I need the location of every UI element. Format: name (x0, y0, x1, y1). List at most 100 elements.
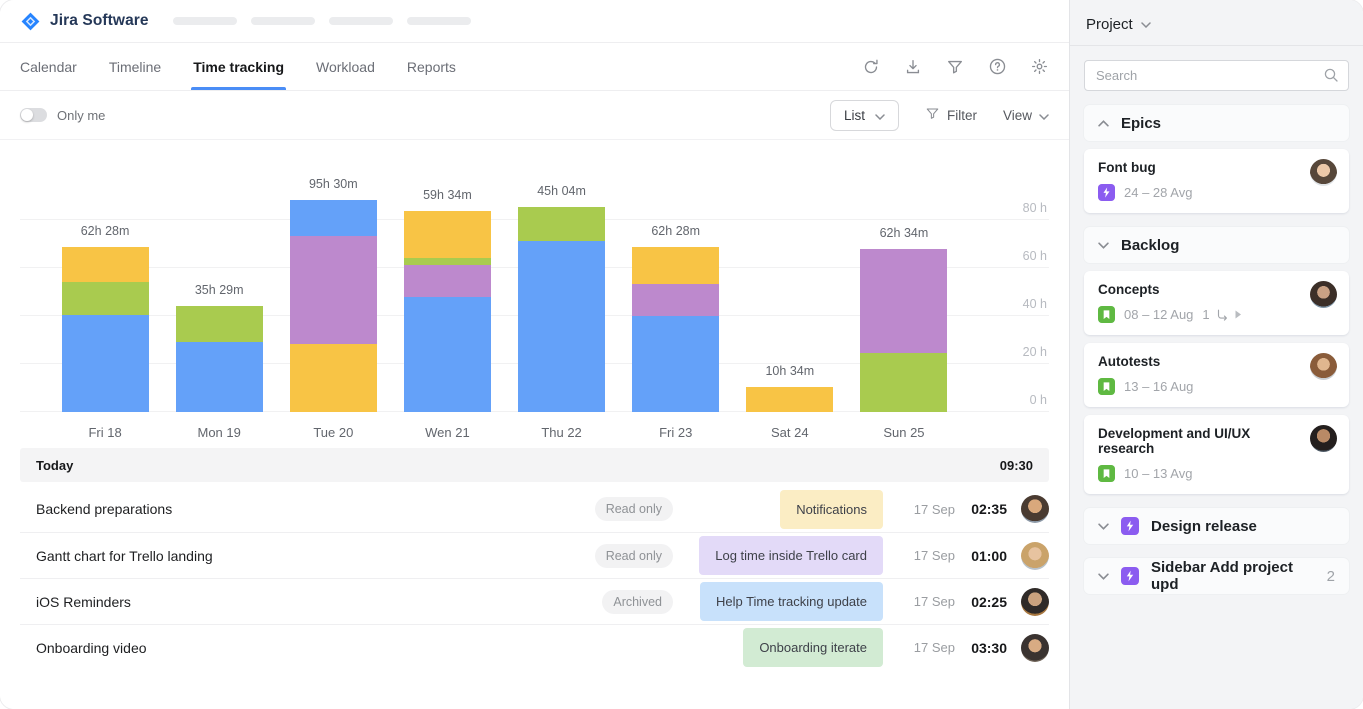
avatar (1310, 353, 1337, 380)
y-axis-tick-label: 20 h (1023, 345, 1047, 359)
task-tag[interactable]: Onboarding iterate (743, 628, 883, 667)
task-row-backend-preparations[interactable]: Backend preparations Read only Notificat… (20, 486, 1049, 532)
bar-segment-yellow (62, 247, 149, 282)
task-tag[interactable]: Help Time tracking update (700, 582, 883, 621)
bar-segment-blue (518, 241, 605, 412)
view-label: View (1003, 108, 1032, 123)
nav-placeholder-group (173, 17, 471, 25)
y-axis-tick-label: 0 h (1030, 393, 1047, 407)
sidebar-section-backlog[interactable]: Backlog (1084, 227, 1349, 263)
status-badge: Read only (595, 497, 673, 521)
refresh-icon[interactable] (861, 57, 881, 77)
sidebar-section-design-release[interactable]: Design release (1084, 508, 1349, 544)
bar-total-label: 62h 34m (880, 226, 929, 240)
issue-card-font-bug[interactable]: Font bug 24 – 28 Avg (1084, 149, 1349, 213)
sidebar-section-epics[interactable]: Epics (1084, 105, 1349, 141)
avatar (1310, 425, 1337, 452)
issue-title: Concepts (1098, 282, 1335, 297)
avatar (1310, 159, 1337, 186)
filter-icon[interactable] (945, 57, 965, 77)
filter-button[interactable]: Filter (925, 106, 977, 124)
main-panel: Jira Software Calendar Timeline Time track… (0, 0, 1069, 709)
x-axis-day-label: Tue 20 (313, 412, 353, 440)
bar-segment-green (518, 207, 605, 241)
project-dropdown[interactable]: Project (1070, 0, 1363, 45)
bar-segment-yellow (632, 247, 719, 284)
bar-total-label: 62h 28m (651, 224, 700, 238)
task-time: 03:30 (955, 640, 1007, 656)
chart-day-column: 95h 30m Tue 20 (276, 140, 390, 440)
nav-placeholder (173, 17, 237, 25)
chart-day-column: 45h 04m Thu 22 (505, 140, 619, 440)
bar-segment-green (176, 306, 263, 342)
task-time: 01:00 (955, 548, 1007, 564)
nav-placeholder (251, 17, 315, 25)
stacked-bar (860, 249, 947, 412)
epic-icon (1121, 567, 1139, 585)
help-icon[interactable] (987, 57, 1007, 77)
task-date: 17 Sep (883, 594, 955, 609)
today-total-time: 09:30 (1000, 458, 1033, 473)
avatar (1310, 281, 1337, 308)
x-axis-day-label: Sun 25 (883, 412, 924, 440)
issue-dates: 10 – 13 Avg (1124, 466, 1192, 481)
task-row-onboarding-video[interactable]: Onboarding video Onboarding iterate 17 S… (20, 624, 1049, 670)
issue-card-development-and-ui-ux-research[interactable]: Development and UI/UX research 10 – 13 A… (1084, 415, 1349, 494)
app-window: Jira Software Calendar Timeline Time track… (0, 0, 1363, 709)
view-mode-dropdown[interactable]: List (830, 100, 899, 131)
bar-segment-purple (632, 284, 719, 316)
task-row-ios-reminders[interactable]: iOS Reminders Archived Help Time trackin… (20, 578, 1049, 624)
task-date: 17 Sep (883, 548, 955, 563)
task-tag[interactable]: Notifications (780, 490, 883, 529)
task-tag[interactable]: Log time inside Trello card (699, 536, 883, 575)
section-count: 2 (1327, 568, 1335, 585)
download-icon[interactable] (903, 57, 923, 77)
today-summary-row: Today 09:30 (20, 448, 1049, 482)
tab-timeline[interactable]: Timeline (109, 43, 161, 90)
chart-day-column: 59h 34m Wen 21 (390, 140, 504, 440)
task-row-gantt-chart-for-trello-landing[interactable]: Gantt chart for Trello landing Read only… (20, 532, 1049, 578)
status-badge: Archived (602, 590, 673, 614)
chart-day-column: 10h 34m Sat 24 (733, 140, 847, 440)
sidebar-sections: Epics Font bug 24 – 28 Avg Backlog Conce… (1084, 105, 1349, 594)
chart-day-column: 62h 34m Sun 25 (847, 140, 961, 440)
toolbar-icons (861, 57, 1049, 77)
issue-card-concepts[interactable]: Concepts 08 – 12 Aug 1 (1084, 271, 1349, 335)
bar-segment-green (404, 258, 491, 265)
sidebar-section-sidebar-add-project-upd[interactable]: Sidebar Add project upd 2 (1084, 558, 1349, 594)
chart-day-column: 35h 29m Mon 19 (162, 140, 276, 440)
bar-segment-purple (860, 249, 947, 353)
only-me-toggle[interactable] (20, 108, 47, 122)
controls-bar: Only me List Filter View (0, 91, 1069, 140)
view-dropdown[interactable]: View (1003, 108, 1049, 123)
tab-time-tracking[interactable]: Time tracking (193, 43, 284, 90)
app-title: Jira Software (50, 12, 149, 30)
tab-reports[interactable]: Reports (407, 43, 456, 90)
chevron-down-icon (875, 108, 885, 123)
search-input[interactable] (1084, 60, 1349, 91)
jira-logo[interactable]: Jira Software (20, 11, 149, 32)
tab-list: Calendar Timeline Time tracking Workload Rep… (20, 43, 456, 90)
project-label: Project (1086, 16, 1133, 33)
task-time: 02:25 (955, 594, 1007, 610)
y-axis-tick-label: 80 h (1023, 201, 1047, 215)
tab-calendar[interactable]: Calendar (20, 43, 77, 90)
x-axis-day-label: Wen 21 (425, 412, 470, 440)
chevron-icon (1098, 120, 1109, 127)
issue-card-autotests[interactable]: Autotests 13 – 16 Aug (1084, 343, 1349, 407)
avatar (1021, 634, 1049, 662)
search-box (1084, 60, 1349, 91)
tab-workload[interactable]: Workload (316, 43, 375, 90)
task-list: Backend preparations Read only Notificat… (20, 486, 1049, 670)
bar-total-label: 95h 30m (309, 177, 358, 191)
chevron-icon (1098, 242, 1109, 249)
bar-total-label: 35h 29m (195, 283, 244, 297)
stacked-bar (62, 247, 149, 412)
settings-icon[interactable] (1029, 57, 1049, 77)
bar-segment-green (62, 282, 149, 315)
chevron-down-icon (1141, 15, 1151, 33)
subtask-indicator: 1 (1202, 307, 1241, 322)
subtask-branch-icon (1215, 308, 1229, 322)
section-title: Design release (1151, 518, 1257, 535)
bar-segment-blue (176, 342, 263, 412)
